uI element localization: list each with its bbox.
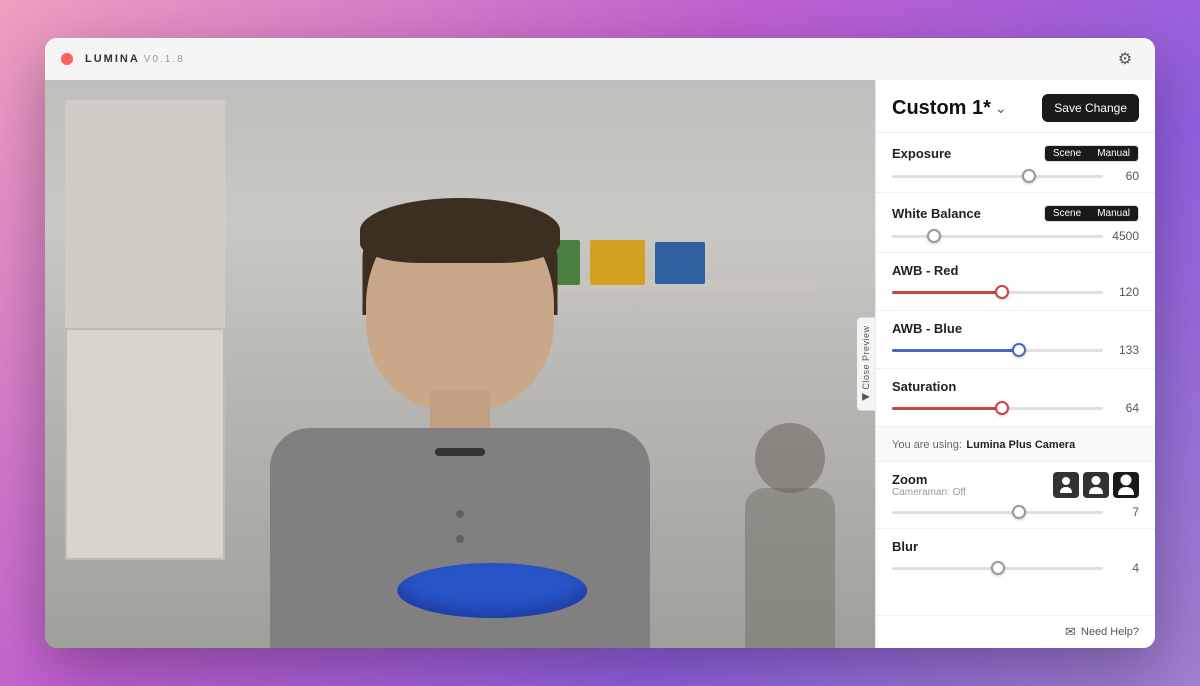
white-balance-label: White Balance xyxy=(892,206,981,221)
mail-icon: ✉ xyxy=(1065,624,1076,640)
need-help-label: Need Help? xyxy=(1081,626,1139,638)
title-bar: LUMINAv0.1.8 ⚙ xyxy=(45,38,1155,80)
preview-placeholder xyxy=(45,80,875,648)
awb-blue-value: 133 xyxy=(1111,343,1139,357)
app-logo: LUMINAv0.1.8 xyxy=(85,53,185,65)
close-preview-label: Close Preview xyxy=(861,325,871,389)
exposure-scene-btn[interactable]: Scene xyxy=(1045,146,1089,161)
exposure-section: Exposure Scene Manual 60 xyxy=(876,133,1155,193)
awb-red-value: 120 xyxy=(1111,285,1139,299)
exposure-slider-row: 60 xyxy=(892,168,1139,184)
saturation-value: 64 xyxy=(1111,401,1139,415)
exposure-toggle: Scene Manual xyxy=(1044,145,1139,162)
exposure-manual-btn[interactable]: Manual xyxy=(1089,146,1138,161)
content-area: Close Preview ▶ Custom 1* ⌄ Save Change … xyxy=(45,80,1155,648)
person-icons xyxy=(1053,472,1139,498)
white-balance-toggle: Scene Manual xyxy=(1044,205,1139,222)
zoom-slider-row: 7 xyxy=(892,504,1139,520)
zoom-label: Zoom xyxy=(892,472,966,487)
saturation-slider[interactable] xyxy=(892,400,1103,416)
exposure-slider[interactable] xyxy=(892,168,1103,184)
blur-slider[interactable] xyxy=(892,560,1103,576)
zoom-sublabel: Cameraman: Off xyxy=(892,487,966,498)
awb-red-label: AWB - Red xyxy=(892,263,958,278)
exposure-value: 60 xyxy=(1111,169,1139,183)
wb-scene-btn[interactable]: Scene xyxy=(1045,206,1089,221)
saturation-section: Saturation 64 xyxy=(876,369,1155,427)
blur-slider-row: 4 xyxy=(892,560,1139,576)
preset-selector: Custom 1* ⌄ xyxy=(892,97,1034,120)
white-balance-slider-row: 4500 xyxy=(892,228,1139,244)
saturation-slider-row: 64 xyxy=(892,400,1139,416)
awb-blue-section: AWB - Blue 133 xyxy=(876,311,1155,369)
footer-bar: ✉ Need Help? xyxy=(876,615,1155,648)
zoom-person-icon-large[interactable] xyxy=(1113,472,1139,498)
close-preview-tab[interactable]: Close Preview ▶ xyxy=(857,317,875,410)
camera-info-bar: You are using: Lumina Plus Camera xyxy=(876,427,1155,462)
blur-label: Blur xyxy=(892,539,918,554)
white-balance-header: White Balance Scene Manual xyxy=(892,205,1139,222)
exposure-label: Exposure xyxy=(892,146,951,161)
app-window: LUMINAv0.1.8 ⚙ xyxy=(45,38,1155,648)
preset-name: Custom 1* xyxy=(892,97,991,120)
close-preview-arrow-icon: ▶ xyxy=(862,392,870,403)
save-change-button[interactable]: Save Change xyxy=(1042,94,1139,122)
awb-red-slider-row: 120 xyxy=(892,284,1139,300)
blur-header: Blur xyxy=(892,539,1139,554)
preset-dropdown-icon[interactable]: ⌄ xyxy=(995,100,1007,117)
app-version: v0.1.8 xyxy=(144,54,185,65)
awb-blue-slider[interactable] xyxy=(892,342,1103,358)
exposure-header: Exposure Scene Manual xyxy=(892,145,1139,162)
zoom-person-icon-small[interactable] xyxy=(1053,472,1079,498)
wb-manual-btn[interactable]: Manual xyxy=(1089,206,1138,221)
zoom-person-icon-medium[interactable] xyxy=(1083,472,1109,498)
camera-info-name: Lumina Plus Camera xyxy=(966,439,1075,451)
settings-icon[interactable]: ⚙ xyxy=(1111,45,1139,73)
white-balance-section: White Balance Scene Manual 4500 xyxy=(876,193,1155,253)
saturation-label: Saturation xyxy=(892,379,956,394)
awb-red-header: AWB - Red xyxy=(892,263,1139,278)
need-help-link[interactable]: ✉ Need Help? xyxy=(1065,624,1139,640)
blur-section: Blur 4 xyxy=(876,529,1155,584)
awb-blue-slider-row: 133 xyxy=(892,342,1139,358)
panel-header: Custom 1* ⌄ Save Change xyxy=(876,80,1155,133)
preview-area: Close Preview ▶ xyxy=(45,80,875,648)
zoom-value: 7 xyxy=(1111,505,1139,519)
zoom-header: Zoom Cameraman: Off xyxy=(892,472,1139,498)
awb-blue-header: AWB - Blue xyxy=(892,321,1139,336)
zoom-section: Zoom Cameraman: Off xyxy=(876,462,1155,529)
right-panel: Custom 1* ⌄ Save Change Exposure Scene M… xyxy=(875,80,1155,648)
camera-info-prefix: You are using: xyxy=(892,439,962,451)
awb-red-section: AWB - Red 120 xyxy=(876,253,1155,311)
close-button[interactable] xyxy=(61,53,73,65)
zoom-label-group: Zoom Cameraman: Off xyxy=(892,472,966,498)
blur-value: 4 xyxy=(1111,561,1139,575)
white-balance-value: 4500 xyxy=(1111,229,1139,243)
zoom-slider[interactable] xyxy=(892,504,1103,520)
saturation-header: Saturation xyxy=(892,379,1139,394)
white-balance-slider[interactable] xyxy=(892,228,1103,244)
awb-blue-label: AWB - Blue xyxy=(892,321,962,336)
awb-red-slider[interactable] xyxy=(892,284,1103,300)
